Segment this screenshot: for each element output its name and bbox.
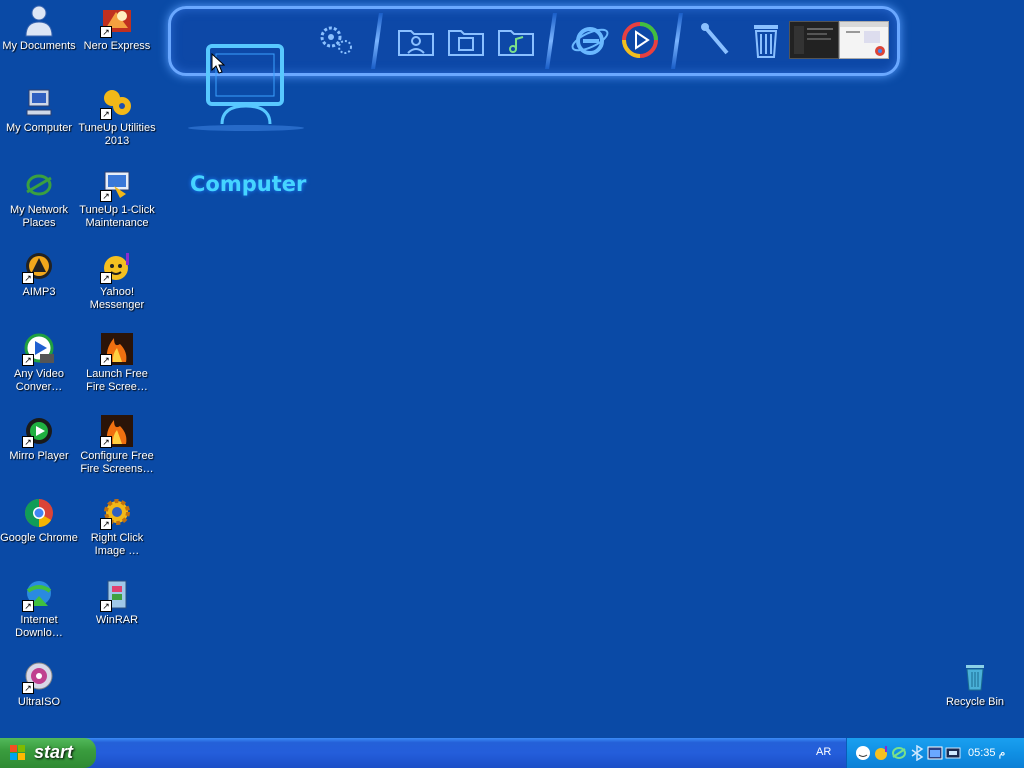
desktop-icon-my-computer[interactable]: My Computer — [0, 86, 78, 135]
desktop-icon-winrar[interactable]: ↗ WinRAR — [78, 578, 156, 627]
computer-widget[interactable] — [186, 40, 306, 140]
icon-label: Yahoo! Messenger — [89, 286, 145, 311]
icon-label: Google Chrome — [0, 532, 78, 544]
computer-title: Computer — [190, 172, 307, 196]
desktop-icon-google-chrome[interactable]: Google Chrome — [0, 496, 78, 545]
tray-bluetooth-icon[interactable] — [909, 744, 925, 762]
dock-separator — [371, 13, 383, 69]
right-click-image-icon: ↗ — [100, 496, 134, 530]
ultraiso-icon: ↗ — [22, 660, 56, 694]
taskbar: start AR 05:35 م — [0, 738, 1024, 768]
icon-label: TuneUp 1-Click Maintenance — [79, 204, 155, 229]
desktop-icon-configure-free-fire[interactable]: ↗ Configure Free Fire Screens… — [78, 414, 156, 476]
media-player-icon[interactable] — [619, 19, 661, 61]
tray-network-icon[interactable] — [891, 745, 907, 761]
winrar-icon: ↗ — [100, 578, 134, 612]
music-folder-icon[interactable] — [495, 19, 537, 61]
icon-label: Internet Downlo… — [15, 614, 63, 639]
tray-window-icon[interactable] — [927, 745, 943, 761]
icon-label: Any Video Conver… — [14, 368, 64, 393]
desktop-icon-tuneup-utilities[interactable]: ↗ TuneUp Utilities 2013 — [78, 86, 156, 148]
language-indicator[interactable]: AR — [816, 746, 831, 758]
taskbar-clock[interactable]: 05:35 م — [968, 746, 1005, 759]
settings-gears-icon[interactable] — [315, 19, 357, 61]
desktop-icon-yahoo-messenger[interactable]: ↗ Yahoo! Messenger — [78, 250, 156, 312]
desktop-icon-mirro-player[interactable]: ↗ Mirro Player — [0, 414, 78, 463]
folder-icon[interactable] — [445, 19, 487, 61]
internet-download-manager-icon: ↗ — [22, 578, 56, 612]
tuneup-maintenance-icon: ↗ — [100, 168, 134, 202]
google-chrome-icon — [22, 496, 56, 530]
icon-label: WinRAR — [95, 614, 139, 626]
desktop-icon-right-click-image[interactable]: ↗ Right Click Image … — [78, 496, 156, 558]
icon-label: Nero Express — [83, 40, 151, 52]
window-preview-dark[interactable] — [789, 21, 839, 59]
tray-monitor-icon[interactable] — [945, 745, 961, 761]
desktop-icon-internet-download-manager[interactable]: ↗ Internet Downlo… — [0, 578, 78, 640]
desktop-icon-ultraiso[interactable]: ↗ UltraISO — [0, 660, 78, 709]
icon-label: My Computer — [5, 122, 73, 134]
internet-explorer-icon[interactable] — [569, 19, 611, 61]
icon-label: Right Click Image … — [90, 532, 144, 557]
start-label: start — [34, 742, 74, 762]
my-documents-icon — [22, 4, 56, 38]
icon-label: My Network Places — [9, 204, 69, 229]
network-places-icon — [22, 168, 56, 202]
icon-label: UltraISO — [17, 696, 61, 708]
desktop-icon-launch-free-fire[interactable]: ↗ Launch Free Fire Scree… — [78, 332, 156, 394]
desktop-icon-nero-express[interactable]: ↗ Nero Express — [78, 4, 156, 53]
tray-messenger-icon[interactable] — [855, 745, 871, 761]
free-fire-configure-icon: ↗ — [100, 414, 134, 448]
dock-separator — [545, 13, 557, 69]
tools-icon[interactable] — [695, 19, 737, 61]
nero-express-icon: ↗ — [100, 4, 134, 38]
desktop-icon-any-video-converter[interactable]: ↗ Any Video Conver… — [0, 332, 78, 394]
user-folder-icon[interactable] — [395, 19, 437, 61]
free-fire-launch-icon: ↗ — [100, 332, 134, 366]
icon-label: Mirro Player — [9, 450, 69, 462]
icon-label: AIMP3 — [22, 286, 56, 298]
dock-separator — [671, 13, 683, 69]
window-preview-chrome[interactable] — [839, 21, 889, 59]
monitor-icon — [186, 40, 306, 145]
icon-label: TuneUp Utilities 2013 — [78, 122, 156, 147]
windows-logo-icon — [10, 745, 26, 761]
mouse-cursor-icon — [211, 52, 226, 80]
icon-label: My Documents — [2, 40, 76, 52]
recycle-bin-icon — [958, 660, 992, 694]
tuneup-utilities-icon: ↗ — [100, 86, 134, 120]
trash-icon[interactable] — [745, 19, 787, 61]
desktop-icon-my-network-places[interactable]: My Network Places — [0, 168, 78, 230]
mirro-player-icon: ↗ — [22, 414, 56, 448]
tray-yahoo-icon[interactable] — [873, 745, 889, 761]
icon-label: Recycle Bin — [945, 696, 1005, 708]
aimp3-icon: ↗ — [22, 250, 56, 284]
icon-label: Launch Free Fire Scree… — [86, 368, 148, 393]
any-video-converter-icon: ↗ — [22, 332, 56, 366]
my-computer-icon — [22, 86, 56, 120]
icon-label: Configure Free Fire Screens… — [80, 450, 154, 475]
desktop-icon-aimp3[interactable]: ↗ AIMP3 — [0, 250, 78, 299]
desktop-icon-my-documents[interactable]: My Documents — [0, 4, 78, 53]
start-button[interactable]: start — [0, 738, 96, 768]
desktop-icon-recycle-bin[interactable]: Recycle Bin — [936, 660, 1014, 709]
yahoo-messenger-icon: ↗ — [100, 250, 134, 284]
desktop-icon-tuneup-maintenance[interactable]: ↗ TuneUp 1-Click Maintenance — [78, 168, 156, 230]
